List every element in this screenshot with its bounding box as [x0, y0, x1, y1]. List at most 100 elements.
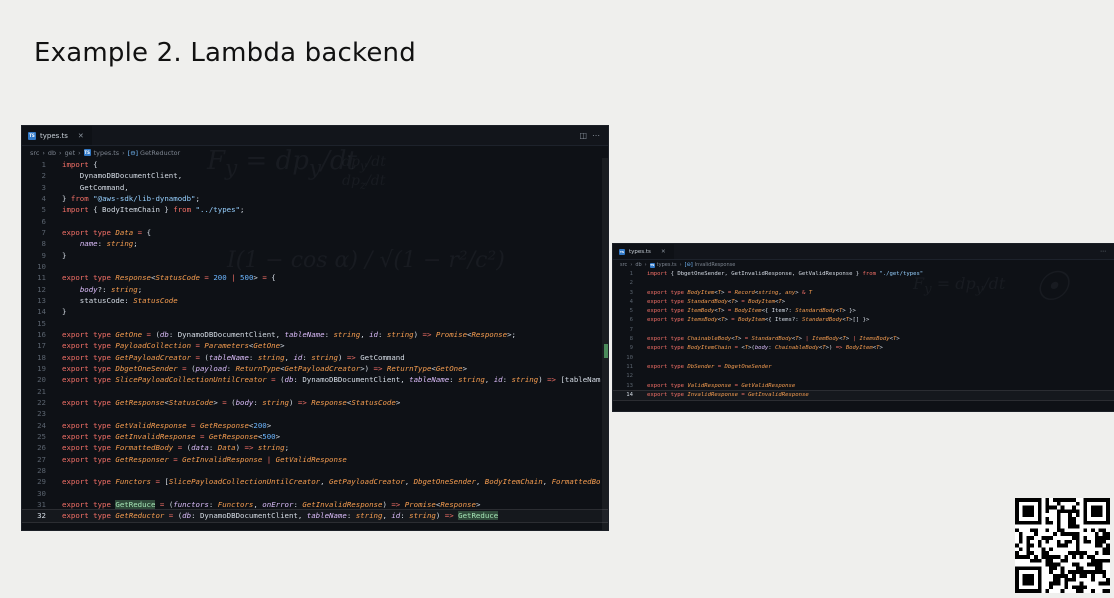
breadcrumb-item[interactable]: db: [48, 149, 56, 157]
code-line[interactable]: 12: [613, 372, 1114, 381]
code-line[interactable]: 5 export type ItemBody<T> = BodyItem<{ It…: [613, 307, 1114, 316]
code-line[interactable]: 5 import { BodyItemChain } from "../types…: [22, 204, 608, 215]
code-token: }: [62, 250, 67, 260]
code-token: export type: [62, 227, 116, 237]
breadcrumb-item[interactable]: types.ts: [94, 149, 119, 157]
code-line[interactable]: 27 export type GetResponser = GetInvalidR…: [22, 454, 608, 465]
code-token: export type: [647, 382, 688, 389]
breadcrumb-item[interactable]: types.ts: [657, 262, 677, 268]
code-line[interactable]: 3 GetCommand,: [22, 182, 608, 193]
code-line[interactable]: 2: [613, 279, 1114, 288]
code-line[interactable]: 21: [22, 386, 608, 397]
vertical-scrollbar[interactable]: [602, 158, 608, 530]
code-line[interactable]: 1 import {: [22, 159, 608, 170]
breadcrumb-item[interactable]: db: [635, 262, 641, 268]
line-text: export type BodyItem<T> = Record<string,…: [647, 289, 1114, 298]
code-line[interactable]: 30: [22, 488, 608, 499]
code-line[interactable]: 23: [22, 408, 608, 419]
code-token: payload: [195, 363, 227, 373]
code-token: > }>: [842, 308, 856, 315]
code-line[interactable]: 28: [22, 465, 608, 476]
line-number: 14: [626, 391, 633, 398]
code-token: =: [191, 341, 205, 351]
code-token: =: [727, 317, 738, 324]
close-icon[interactable]: ✕: [78, 132, 84, 140]
code-token: =: [195, 431, 209, 441]
code-token: <{ Items?:: [764, 317, 802, 324]
breadcrumb-item[interactable]: get: [65, 149, 76, 157]
line-text: [647, 326, 1114, 335]
code-line[interactable]: 16 export type GetOne = (db: DynamoDBDocu…: [22, 329, 608, 340]
code-line[interactable]: 31 export type GetReduce = (functors: Fun…: [22, 499, 608, 510]
code-token: body: [754, 345, 769, 352]
close-icon[interactable]: ✕: [661, 249, 666, 255]
code-editor-db-types[interactable]: Fy = dpy/dt ☉ TS types.ts ✕ ⋯ src › db › T…: [613, 244, 1114, 411]
code-token: export type: [62, 397, 116, 407]
breadcrumb-item[interactable]: src: [30, 149, 39, 157]
code-token: : DynamoDBDocumentClient,: [168, 329, 285, 339]
code-token: GetReduce: [115, 499, 156, 509]
code-editor-get-types[interactable]: ∂(E(c)/∂t Fy = dpy/dt dpy/dtdpz/dt I(1 −…: [22, 126, 608, 530]
code-line[interactable]: 32 export type GetReductor = (db: DynamoD…: [22, 509, 608, 523]
code-line[interactable]: 9}: [22, 250, 608, 261]
code-line[interactable]: 29 export type Functors = [SlicePayloadCo…: [22, 476, 608, 487]
code-line[interactable]: 18 export type GetPayloadCreator = (table…: [22, 352, 608, 363]
code-line[interactable]: 8 name: string;: [22, 238, 608, 249]
code-line[interactable]: 24 export type GetValidResponse = GetResp…: [22, 420, 608, 431]
code-line[interactable]: 17 export type PayloadCollection = Parame…: [22, 340, 608, 351]
code-line[interactable]: 4} from "@aws-sdk/lib-dynamodb";: [22, 193, 608, 204]
code-line[interactable]: 12 body?: string;: [22, 284, 608, 295]
line-text: export type SlicePayloadCollectionUntilC…: [62, 374, 608, 385]
code-line[interactable]: 7 export type Data = {: [22, 227, 608, 238]
code-line[interactable]: 19 export type DbgetOneSender = (payload:…: [22, 363, 608, 374]
breadcrumb-item[interactable]: GetReductor: [140, 149, 180, 157]
code-line[interactable]: 4 export type StandardBody<T> = BodyItem<…: [613, 298, 1114, 307]
code-line[interactable]: 15: [22, 318, 608, 329]
more-actions-icon[interactable]: ⋯: [1100, 248, 1106, 255]
code-line[interactable]: 6: [22, 216, 608, 227]
code-line[interactable]: 6 export type ItemsBody<T> = BodyItem<{ I…: [613, 316, 1114, 325]
code-line[interactable]: 7: [613, 326, 1114, 335]
code-line[interactable]: 26 export type FormattedBody = (data: Dat…: [22, 442, 608, 453]
code-token: GetPayloadCreator: [115, 352, 192, 362]
breadcrumb-item[interactable]: InvalidResponse: [695, 262, 736, 268]
code-line[interactable]: 3 export type BodyItem<T> = Record<string…: [613, 289, 1114, 298]
code-line[interactable]: 10: [22, 261, 608, 272]
code-line[interactable]: 13 export type ValidResponse = GetValidRe…: [613, 382, 1114, 391]
code-line[interactable]: 2 DynamoDBDocumentClient,: [22, 170, 608, 181]
split-editor-icon[interactable]: ◫: [579, 131, 587, 140]
code-line[interactable]: 14 export type InvalidResponse = GetInval…: [613, 389, 1114, 402]
editor-tab[interactable]: TS types.ts ✕: [22, 126, 92, 145]
line-number: 3: [629, 289, 633, 296]
scrollbar-thumb[interactable]: [604, 344, 608, 358]
code-token: ,: [253, 499, 263, 509]
code-token: =>: [547, 375, 557, 385]
code-token: :: [208, 443, 218, 453]
code-token: >: [896, 336, 900, 343]
code-line[interactable]: 8 export type ChainableBody<T> = Standard…: [613, 335, 1114, 344]
code-line[interactable]: 13 statusCode: StatusCode: [22, 295, 608, 306]
more-actions-icon[interactable]: ⋯: [592, 131, 600, 140]
code-line[interactable]: 10: [613, 354, 1114, 363]
line-text: export type StandardBody<T> = BodyItem<T…: [647, 298, 1114, 307]
line-number: 4: [629, 298, 633, 305]
editor-tab[interactable]: TS types.ts ✕: [613, 244, 674, 259]
code-line[interactable]: 20 export type SlicePayloadCollectionUnti…: [22, 374, 608, 385]
code-token: ): [235, 443, 245, 453]
code-token: =: [266, 375, 281, 385]
code-line[interactable]: 25 export type GetInvalidResponse = GetRe…: [22, 431, 608, 442]
code-token: export type: [62, 431, 116, 441]
line-text: export type DbSender = DbgetOneSender: [647, 363, 1114, 372]
code-area[interactable]: 1 import {2 DynamoDBDocumentClient, 3 GetC…: [22, 159, 608, 523]
code-line[interactable]: 1 import { DbgetOneSender, GetInvalidResp…: [613, 270, 1114, 279]
code-token: =: [186, 420, 200, 430]
code-token: =: [714, 363, 725, 370]
code-line[interactable]: 9 export type BodyItemChain = <T>(body: C…: [613, 344, 1114, 353]
code-line[interactable]: 11 export type Response<StatusCode = 200 …: [22, 272, 608, 283]
code-line[interactable]: 14}: [22, 306, 608, 317]
code-token: }: [62, 193, 71, 203]
breadcrumb-item[interactable]: src: [620, 262, 627, 268]
code-area[interactable]: 1 import { DbgetOneSender, GetInvalidResp…: [613, 270, 1114, 402]
code-line[interactable]: 22 export type GetResponse<StatusCode> = …: [22, 397, 608, 408]
code-line[interactable]: 11 export type DbSender = DbgetOneSender: [613, 363, 1114, 372]
